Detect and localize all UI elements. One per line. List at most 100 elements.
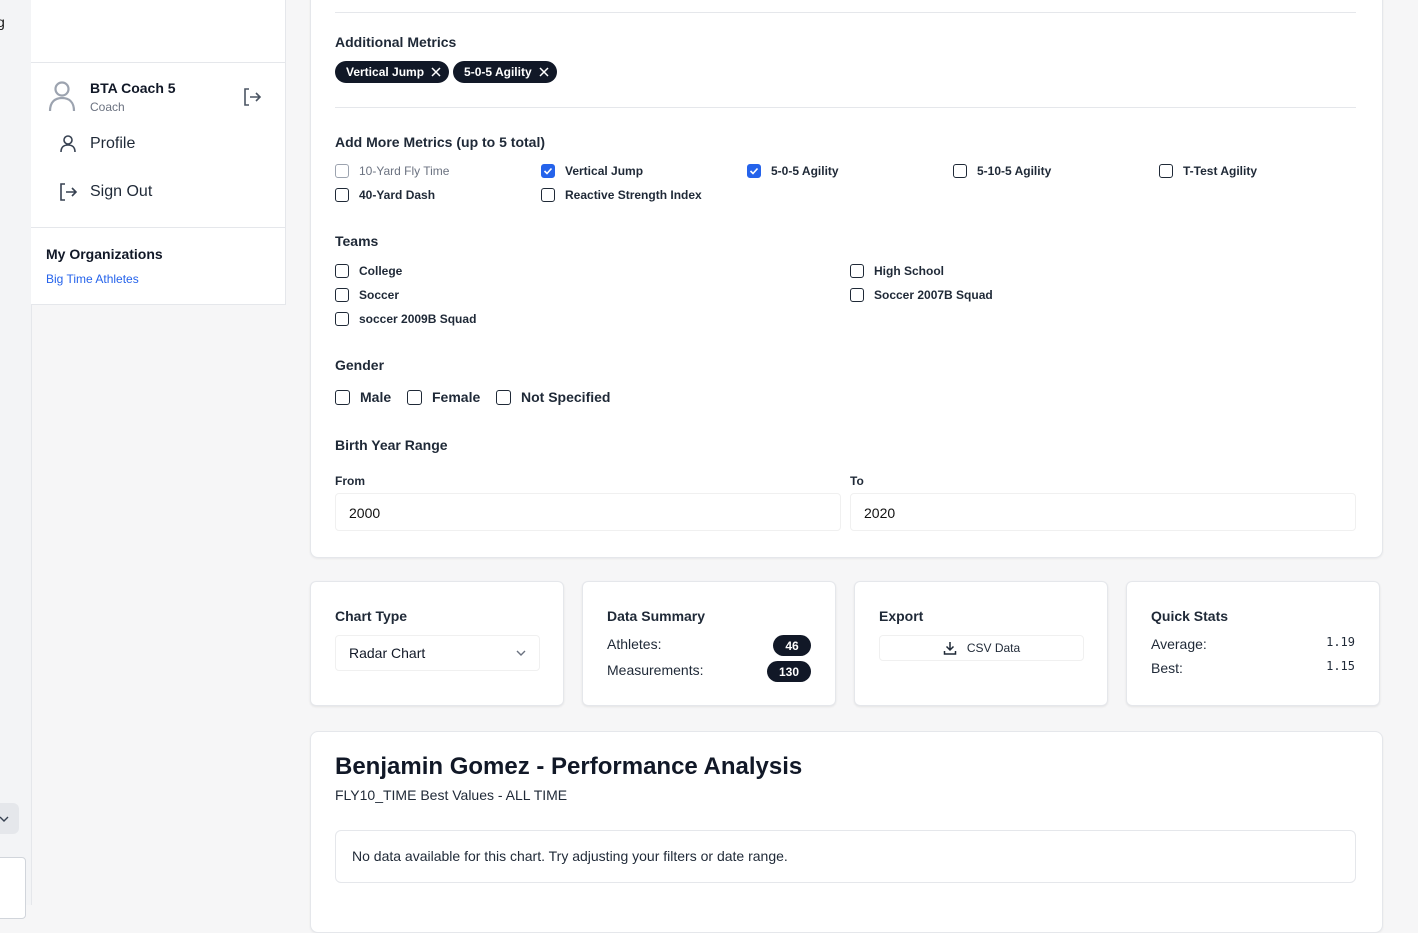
checkbox-label: Male — [360, 389, 392, 405]
empty-state-message: No data available for this chart. Try ad… — [335, 830, 1356, 883]
sign-out-icon — [60, 183, 78, 201]
metric-chip: 5-0-5 Agility — [453, 61, 557, 83]
additional-metrics-title: Additional Metrics — [335, 34, 457, 50]
rail-cut-text: g — [0, 14, 5, 30]
checkbox[interactable] — [541, 164, 555, 178]
logout-button[interactable] — [241, 86, 263, 108]
checkbox-label: 40-Yard Dash — [359, 188, 436, 202]
team-checkbox-soccer-2009b[interactable]: soccer 2009B Squad — [335, 312, 476, 326]
metric-chips: Vertical Jump 5-0-5 Agility — [335, 61, 557, 83]
organization-link[interactable]: Big Time Athletes — [46, 272, 139, 286]
rail-dropdown[interactable] — [0, 803, 19, 834]
checkbox[interactable] — [541, 188, 555, 202]
download-icon — [943, 642, 957, 655]
checkbox-label: Soccer — [359, 288, 400, 302]
user-panel: BTA Coach 5 Coach Profile Sign Out My Or… — [31, 0, 286, 305]
checkbox[interactable] — [335, 164, 349, 178]
checkbox-label: Female — [432, 389, 481, 405]
gender-checkbox-male[interactable]: Male — [335, 389, 391, 405]
filters-card — [310, 0, 1383, 558]
gender-checkbox-not-specified[interactable]: Not Specified — [496, 389, 610, 405]
checkbox-label: Vertical Jump — [565, 164, 644, 178]
best-label: Best: — [1151, 660, 1183, 676]
analysis-title: Benjamin Gomez - Performance Analysis — [335, 753, 803, 780]
user-name: BTA Coach 5 — [90, 80, 176, 96]
checkbox[interactable] — [747, 164, 761, 178]
checkbox-label: 5-0-5 Agility — [771, 164, 839, 178]
checkbox-label: soccer 2009B Squad — [359, 312, 477, 326]
divider — [31, 62, 285, 63]
checkbox[interactable] — [335, 264, 349, 278]
metric-checkbox-rsi[interactable]: Reactive Strength Index — [541, 188, 702, 202]
checkbox[interactable] — [496, 389, 511, 405]
checkbox-label: T-Test Agility — [1183, 164, 1258, 178]
export-csv-button[interactable]: CSV Data — [879, 635, 1084, 661]
checkbox-label: Soccer 2007B Squad — [874, 288, 993, 302]
chevron-down-icon — [516, 650, 526, 656]
remove-chip-button[interactable] — [431, 67, 441, 77]
athletes-count-badge: 46 — [773, 635, 811, 656]
checkbox[interactable] — [953, 164, 967, 178]
data-summary-card: Data Summary Athletes: 46 Measurements: … — [582, 581, 836, 706]
chip-label: Vertical Jump — [346, 65, 425, 79]
checkbox-label: Reactive Strength Index — [565, 188, 702, 202]
rail-input[interactable] — [0, 857, 26, 919]
divider — [31, 227, 285, 228]
birth-year-to-input[interactable]: 2020 — [850, 493, 1356, 531]
metric-checkbox-505-agility[interactable]: 5-0-5 Agility — [747, 164, 839, 178]
checkbox[interactable] — [850, 264, 864, 278]
gender-checkbox-female[interactable]: Female — [407, 389, 480, 405]
checkbox-label: 5-10-5 Agility — [977, 164, 1052, 178]
remove-chip-button[interactable] — [539, 67, 549, 77]
menu-item-label: Sign Out — [90, 183, 153, 200]
average-value: 1.19 — [1326, 635, 1355, 649]
best-value: 1.15 — [1326, 659, 1355, 673]
chart-type-select[interactable]: Radar Chart — [335, 635, 540, 671]
quick-stats-title: Quick Stats — [1151, 608, 1229, 624]
team-checkbox-soccer-2007b[interactable]: Soccer 2007B Squad — [850, 288, 993, 302]
team-checkbox-high-school[interactable]: High School — [850, 264, 944, 278]
metric-checkbox-10-yard-fly[interactable]: 10-Yard Fly Time — [335, 164, 449, 178]
quick-stats-card: Quick Stats Average: 1.19 Best: 1.15 — [1126, 581, 1380, 706]
menu-item-profile[interactable]: Profile — [58, 134, 135, 154]
chart-type-value: Radar Chart — [349, 645, 426, 661]
metric-checkbox-5105-agility[interactable]: 5-10-5 Agility — [953, 164, 1051, 178]
chevron-down-icon — [0, 816, 9, 822]
checkbox[interactable] — [335, 288, 349, 302]
organizations-title: My Organizations — [46, 246, 163, 262]
team-checkbox-college[interactable]: College — [335, 264, 402, 278]
metric-checkbox-40-yard-dash[interactable]: 40-Yard Dash — [335, 188, 435, 202]
metric-checkbox-vertical-jump[interactable]: Vertical Jump — [541, 164, 643, 178]
birth-year-from-input[interactable]: 2000 — [335, 493, 841, 531]
checkbox[interactable] — [335, 312, 349, 326]
menu-item-label: Profile — [90, 135, 136, 152]
export-card: Export CSV Data — [854, 581, 1108, 706]
divider — [335, 107, 1356, 108]
to-label: To — [850, 474, 864, 488]
close-icon — [431, 67, 441, 77]
checkbox[interactable] — [1159, 164, 1173, 178]
check-icon — [543, 167, 553, 175]
checkbox-label: High School — [874, 264, 944, 278]
birth-year-title: Birth Year Range — [335, 437, 448, 453]
team-checkbox-soccer[interactable]: Soccer — [335, 288, 399, 302]
measurements-label: Measurements: — [607, 662, 704, 678]
export-button-label: CSV Data — [966, 641, 1021, 655]
analysis-subtitle: FLY10_TIME Best Values - ALL TIME — [335, 787, 568, 803]
checkbox-label: 10-Yard Fly Time — [359, 164, 450, 178]
average-label: Average: — [1151, 636, 1207, 652]
metric-checkbox-t-test-agility[interactable]: T-Test Agility — [1159, 164, 1257, 178]
checkbox[interactable] — [335, 188, 349, 202]
add-metrics-title: Add More Metrics (up to 5 total) — [335, 134, 545, 150]
teams-title: Teams — [335, 233, 379, 249]
avatar-icon — [48, 81, 76, 112]
chart-type-title: Chart Type — [335, 608, 408, 624]
menu-item-sign-out[interactable]: Sign Out — [58, 182, 152, 202]
checkbox[interactable] — [407, 389, 422, 405]
divider — [335, 12, 1356, 13]
checkbox[interactable] — [335, 389, 350, 405]
checkbox-label: College — [359, 264, 403, 278]
close-icon — [539, 67, 549, 77]
checkbox[interactable] — [850, 288, 864, 302]
sign-out-icon — [244, 88, 262, 106]
